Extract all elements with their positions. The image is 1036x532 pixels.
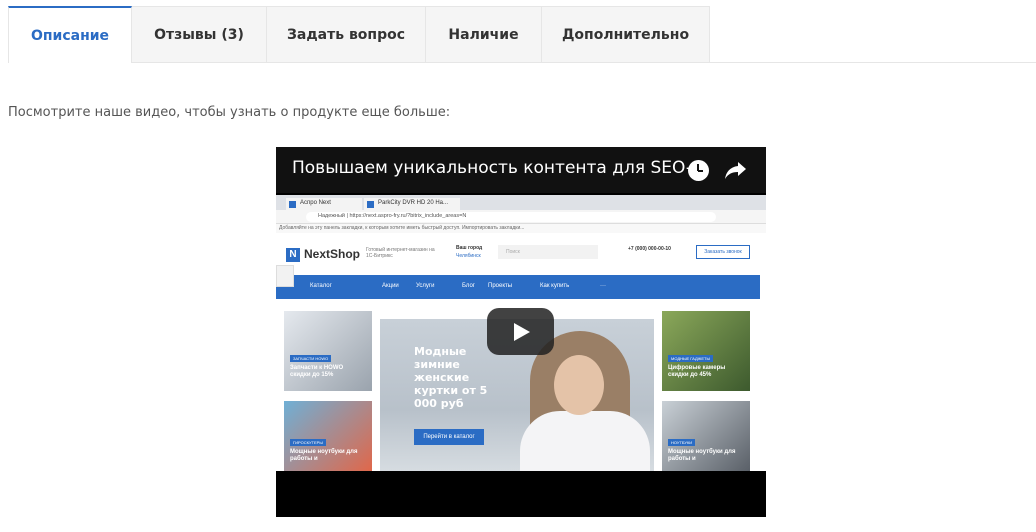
browser-tab: ParkCity DVR HD 20 Нa... — [364, 198, 460, 210]
nav-item: Акции — [382, 283, 399, 289]
promo-card: НОУТБУКИ Мощные ноутбуки для работы и — [662, 401, 750, 471]
promo-tag: ГИРОСКУТЕРЫ — [290, 439, 326, 446]
logo-icon: N — [286, 248, 300, 262]
video-title[interactable]: Повышаем уникальность контента для SEO-.… — [292, 158, 708, 178]
video-bottom-bar — [276, 471, 766, 517]
callback-button: Заказать звонок — [696, 245, 750, 259]
browser-tab: Аспро Next — [286, 198, 362, 210]
promo-caption: Мощные ноутбуки для работы и — [290, 449, 358, 462]
city-value: Челябинск — [456, 253, 481, 259]
promo-tag: НОУТБУКИ — [668, 439, 696, 446]
nav-item: Как купить — [540, 283, 570, 289]
tabs-divider — [710, 62, 1036, 63]
share-icon[interactable] — [724, 160, 748, 180]
promo-card: МОДНЫЕ ГАДЖЕТЫ Цифровые камеры скидки до… — [662, 311, 750, 391]
city-label: Ваш город — [456, 245, 483, 251]
promo-caption: Мощные ноутбуки для работы и — [668, 449, 736, 462]
promo-caption: Цифровые камеры скидки до 45% — [668, 365, 726, 378]
nav-item: Услуги — [416, 283, 435, 289]
banner-button: Перейти в каталог — [414, 429, 484, 445]
browser-bookmarks-bar: Добавляйте на эту панель закладки, к кот… — [276, 224, 766, 233]
promo-card: ЗАПЧАСТИ HOWO Запчасти к HOWO скидки до … — [284, 311, 372, 391]
site-search: Поиск — [498, 245, 598, 259]
site-header: N NextShop Готовый интернет-магазин на 1… — [276, 233, 766, 275]
nav-item: Каталог — [310, 283, 332, 289]
promo-tag: ЗАПЧАСТИ HOWO — [290, 355, 332, 362]
nav-item: Блог — [462, 283, 475, 289]
tab-additional[interactable]: Дополнительно — [542, 6, 710, 63]
banner-image — [554, 355, 604, 415]
tab-description[interactable]: Описание — [8, 6, 132, 63]
description-text: Посмотрите наше видео, чтобы узнать о пр… — [8, 105, 451, 120]
play-button[interactable] — [487, 308, 554, 355]
tab-ask-question[interactable]: Задать вопрос — [267, 6, 426, 63]
browser-tab-label: Аспро Next — [300, 200, 331, 206]
nav-item: ··· — [600, 283, 606, 289]
site-nav: Каталог Акции Услуги Блог Проекты Как ку… — [276, 275, 760, 299]
promo-caption: Запчасти к HOWO скидки до 15% — [290, 365, 344, 378]
watch-later-icon[interactable] — [688, 160, 709, 181]
video-player[interactable]: Повышаем уникальность контента для SEO-.… — [276, 147, 766, 517]
site-phone: +7 (000) 000-00-10 — [628, 246, 671, 252]
browser-url: Надежный | https://next.aspro-fry.ru/?bi… — [306, 212, 716, 222]
site-tagline: Готовый интернет-магазин на 1С-Битрикс — [366, 247, 435, 259]
site-logo: NextShop — [304, 247, 361, 261]
video-header: Повышаем уникальность контента для SEO-.… — [276, 147, 766, 193]
promo-tag: МОДНЫЕ ГАДЖЕТЫ — [668, 355, 714, 362]
tab-reviews[interactable]: Отзывы (3) — [132, 6, 267, 63]
product-tabs: Описание Отзывы (3) Задать вопрос Наличи… — [8, 6, 710, 63]
browser-tab-label: ParkCity DVR HD 20 Нa... — [378, 200, 449, 206]
nav-item: Проекты — [488, 283, 513, 289]
promo-card: ГИРОСКУТЕРЫ Мощные ноутбуки для работы и — [284, 401, 372, 471]
browser-tabstrip: Аспро Next ParkCity DVR HD 20 Нa... — [276, 195, 766, 210]
banner-text: Модные зимние женские куртки от 5 000 ру… — [414, 345, 488, 410]
settings-icon — [276, 265, 294, 287]
tab-availability[interactable]: Наличие — [426, 6, 542, 63]
browser-address-bar: Надежный | https://next.aspro-fry.ru/?bi… — [276, 210, 766, 224]
banner-image — [520, 411, 650, 471]
